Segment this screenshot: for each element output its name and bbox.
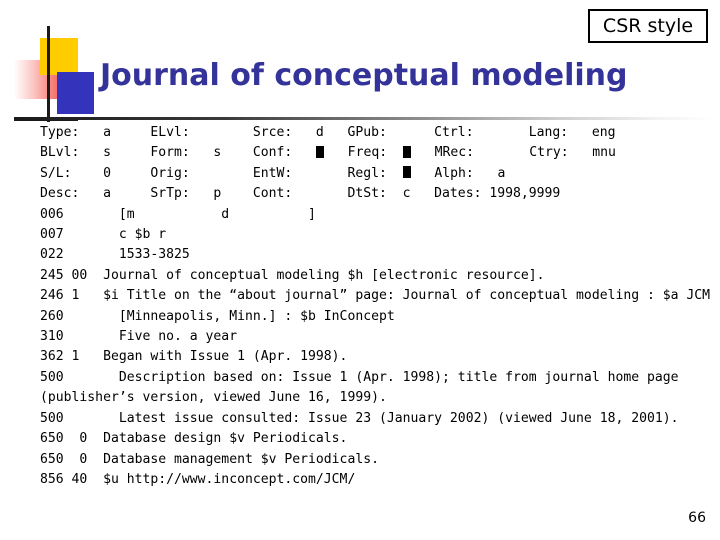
marc-record-line: S/L: 0 Orig: EntW: Regl: Alph: a xyxy=(40,165,506,181)
marc-record-line: Type: a ELvl: Srce: d GPub: Ctrl: Lang: … xyxy=(40,125,616,140)
marc-record-line: 245 00 Journal of conceptual modeling $h… xyxy=(40,267,545,283)
logo-yellow-square xyxy=(40,38,78,75)
marc-record-line: 362 1 Began with Issue 1 (Apr. 1998). xyxy=(40,349,348,365)
marc-record-line: 022 1533-3825 xyxy=(40,247,190,263)
marc-record-line: Desc: a SrTp: p Cont: DtSt: c Dates: 199… xyxy=(40,186,561,202)
marc-record-line: 856 40 $u http://www.inconcept.com/JCM/ xyxy=(40,471,356,487)
marc-record-line: 500 Description based on: Issue 1 (Apr. … xyxy=(40,369,687,406)
csr-style-label: CSR style xyxy=(602,14,694,37)
csr-style-badge: CSR style xyxy=(588,9,708,43)
filled-block-glyph xyxy=(315,145,325,158)
marc-record-line: 650 0 Database design $v Periodicals. xyxy=(40,431,348,447)
header-divider xyxy=(14,117,714,120)
filled-block-glyph xyxy=(402,165,411,179)
page-number: 66 xyxy=(688,510,706,526)
marc-record-line: BLvl: s Form: s Conf: Freq: MRec: Ctry: … xyxy=(40,145,616,161)
logo-blue-square xyxy=(57,72,94,114)
logo-vertical-line xyxy=(47,26,50,122)
marc-record-line: 007 c $b r xyxy=(40,227,167,243)
marc-record-line: 500 Latest issue consulted: Issue 23 (Ja… xyxy=(40,410,679,426)
page-title: Journal of conceptual modeling xyxy=(100,58,628,93)
marc-record-line: 310 Five no. a year xyxy=(40,329,238,345)
marc-record-line: 260 [Minneapolis, Minn.] : $b InConcept xyxy=(40,308,395,324)
marc-record-line: 246 1 $i Title on the “about journal” pa… xyxy=(40,288,711,304)
marc-record-text: Type: a ELvl: Srce: d GPub: Ctrl: Lang: … xyxy=(40,123,712,490)
filled-block-glyph xyxy=(402,145,411,158)
marc-record-line: 650 0 Database management $v Periodicals… xyxy=(40,451,379,467)
marc-record-line: 006 [m d ] xyxy=(40,206,316,222)
